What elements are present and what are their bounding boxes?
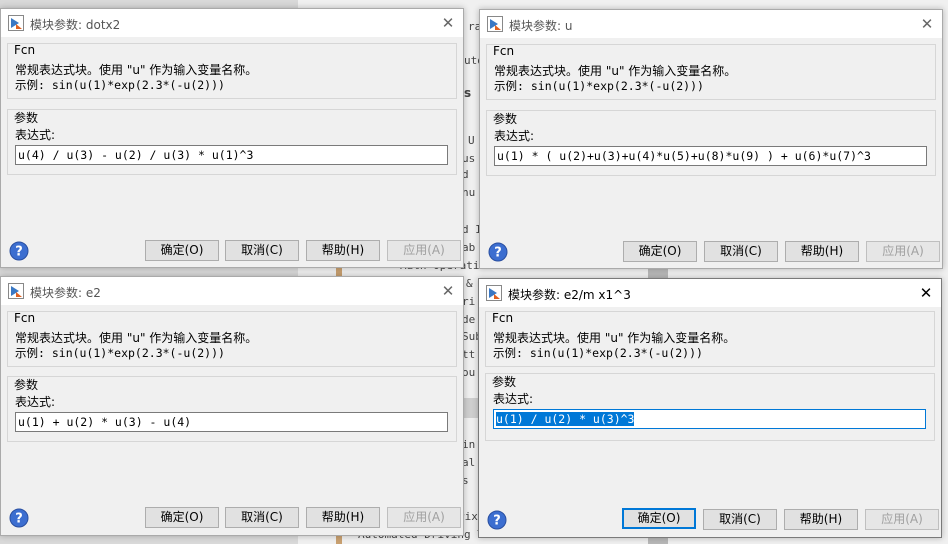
example-text: 示例: sin(u(1)*exp(2.3*(-u(2))) [493, 346, 703, 360]
expression-label: 表达式: [494, 129, 535, 143]
cancel-button[interactable]: 取消(C) [704, 241, 778, 262]
example-text: 示例: sin(u(1)*exp(2.3*(-u(2))) [494, 79, 704, 93]
description-text: 常规表达式块。使用 "u" 作为输入变量名称。 [15, 331, 258, 345]
expression-label: 表达式: [15, 395, 56, 409]
library-header: s [464, 86, 472, 100]
help-icon[interactable]: ? [9, 508, 29, 528]
fcn-description-group: Fcn 常规表达式块。使用 "u" 作为输入变量名称。 示例: sin(u(1)… [7, 43, 457, 99]
expression-input[interactable]: u(1) + u(2) * u(3) - u(4) [15, 412, 448, 432]
expression-input[interactable]: u(4) / u(3) - u(2) / u(3) * u(1)^3 [15, 145, 448, 165]
example-text: 示例: sin(u(1)*exp(2.3*(-u(2))) [15, 346, 225, 360]
parameters-group: 参数 表达式: u(1) * ( u(2)+u(3)+u(4)*u(5)+u(8… [486, 110, 936, 176]
group-label: Fcn [14, 43, 36, 57]
description-text: 常规表达式块。使用 "u" 作为输入变量名称。 [493, 331, 736, 345]
svg-text:?: ? [493, 514, 501, 529]
title-bar[interactable]: 模块参数: e2/m x1^3 ✕ [479, 279, 941, 307]
group-label: Fcn [492, 311, 514, 325]
simulink-app-icon [8, 15, 24, 31]
group-label: Fcn [493, 44, 515, 58]
cancel-button[interactable]: 取消(C) [703, 509, 777, 530]
group-label: Fcn [14, 311, 36, 325]
dialog-title: 模块参数: u [509, 19, 573, 33]
cancel-button[interactable]: 取消(C) [225, 507, 299, 528]
description-text: 常规表达式块。使用 "u" 作为输入变量名称。 [494, 64, 737, 78]
close-button[interactable]: ✕ [433, 277, 463, 305]
simulink-app-icon [486, 285, 502, 301]
selected-text: u(1) / u(2) * u(3)^3 [496, 412, 635, 426]
help-button[interactable]: 帮助(H) [785, 241, 859, 262]
title-bar[interactable]: 模块参数: e2 ✕ [1, 277, 463, 305]
svg-text:?: ? [494, 246, 502, 261]
apply-button[interactable]: 应用(A) [865, 509, 939, 530]
expression-label: 表达式: [493, 392, 534, 406]
parameters-group: 参数 表达式: u(1) + u(2) * u(3) - u(4) [7, 376, 457, 442]
group-label: 参数 [14, 111, 39, 125]
help-icon[interactable]: ? [9, 241, 29, 261]
fcn-description-group: Fcn 常规表达式块。使用 "u" 作为输入变量名称。 示例: sin(u(1)… [486, 44, 936, 100]
expression-label: 表达式: [15, 128, 56, 142]
example-text: 示例: sin(u(1)*exp(2.3*(-u(2))) [15, 78, 225, 92]
group-label: 参数 [493, 112, 518, 126]
ok-button[interactable]: 确定(O) [145, 507, 219, 528]
apply-button[interactable]: 应用(A) [387, 507, 461, 528]
dialog-title: 模块参数: e2/m x1^3 [508, 288, 631, 302]
parameters-group: 参数 表达式: u(1) / u(2) * u(3)^3 [485, 373, 935, 441]
simulink-app-icon [487, 16, 503, 32]
apply-button[interactable]: 应用(A) [387, 240, 461, 261]
close-button[interactable]: ✕ [911, 279, 941, 307]
close-button[interactable]: ✕ [912, 10, 942, 38]
apply-button[interactable]: 应用(A) [866, 241, 940, 262]
parameters-group: 参数 表达式: u(4) / u(3) - u(2) / u(3) * u(1)… [7, 109, 457, 175]
svg-text:?: ? [15, 245, 23, 260]
description-text: 常规表达式块。使用 "u" 作为输入变量名称。 [15, 63, 258, 77]
group-label: 参数 [14, 378, 39, 392]
help-button[interactable]: 帮助(H) [784, 509, 858, 530]
dialog-title: 模块参数: e2 [30, 286, 101, 300]
library-item[interactable]: U [468, 134, 475, 147]
expression-input[interactable]: u(1) * ( u(2)+u(3)+u(4)*u(5)+u(8)*u(9) )… [494, 146, 927, 166]
block-params-dialog-e2: 模块参数: e2 ✕ Fcn 常规表达式块。使用 "u" 作为输入变量名称。 示… [0, 276, 464, 536]
library-item[interactable]: & [466, 277, 473, 290]
block-params-dialog-dotx2: 模块参数: dotx2 ✕ Fcn 常规表达式块。使用 "u" 作为输入变量名称… [0, 8, 464, 268]
svg-text:?: ? [15, 512, 23, 527]
help-icon[interactable]: ? [487, 510, 507, 530]
block-params-dialog-e2-m-x1-cubed: 模块参数: e2/m x1^3 ✕ Fcn 常规表达式块。使用 "u" 作为输入… [478, 278, 942, 538]
simulink-app-icon [8, 283, 24, 299]
help-button[interactable]: 帮助(H) [306, 507, 380, 528]
expression-input[interactable]: u(1) / u(2) * u(3)^3 [493, 409, 926, 429]
ok-button[interactable]: 确定(O) [145, 240, 219, 261]
title-bar[interactable]: 模块参数: u ✕ [480, 10, 942, 38]
fcn-description-group: Fcn 常规表达式块。使用 "u" 作为输入变量名称。 示例: sin(u(1)… [7, 311, 457, 367]
help-button[interactable]: 帮助(H) [306, 240, 380, 261]
help-icon[interactable]: ? [488, 242, 508, 262]
ok-button[interactable]: 确定(O) [623, 241, 697, 262]
group-label: 参数 [492, 375, 517, 389]
title-bar[interactable]: 模块参数: dotx2 ✕ [1, 9, 463, 37]
ok-button[interactable]: 确定(O) [622, 508, 696, 529]
block-params-dialog-u: 模块参数: u ✕ Fcn 常规表达式块。使用 "u" 作为输入变量名称。 示例… [479, 9, 943, 269]
dialog-title: 模块参数: dotx2 [30, 18, 121, 32]
close-button[interactable]: ✕ [433, 9, 463, 37]
fcn-description-group: Fcn 常规表达式块。使用 "u" 作为输入变量名称。 示例: sin(u(1)… [485, 311, 935, 367]
cancel-button[interactable]: 取消(C) [225, 240, 299, 261]
